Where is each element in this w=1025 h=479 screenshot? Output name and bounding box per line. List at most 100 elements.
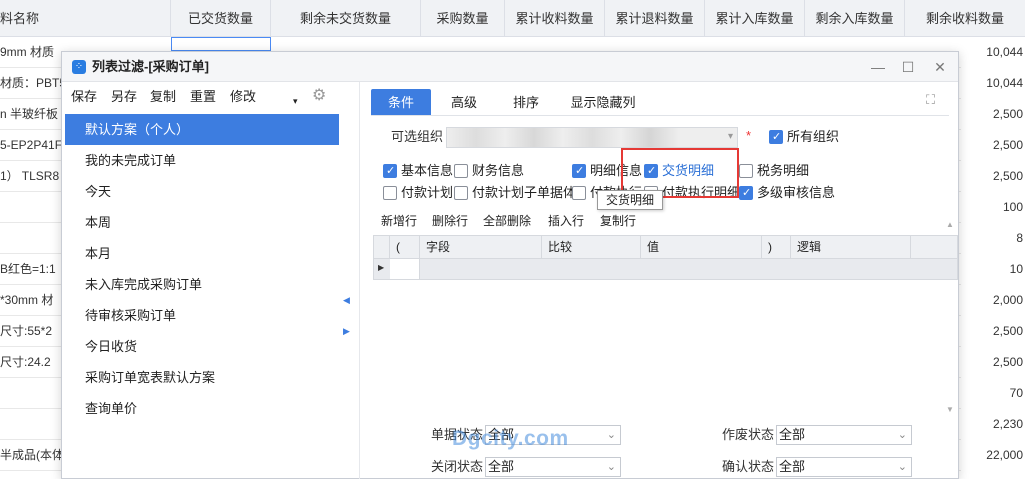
checkbox-box	[739, 185, 753, 201]
bg-col-remaining-undelivered[interactable]: 剩余未交货数量	[271, 0, 421, 37]
grid-col-field[interactable]: 字段	[420, 236, 542, 258]
scheme-item[interactable]: 本月	[65, 238, 339, 269]
void-status-select[interactable]: 全部 ⌄	[776, 425, 912, 445]
close-icon[interactable]: ✕	[930, 57, 950, 77]
chevron-down-icon: ▾	[727, 131, 733, 142]
chevron-down-icon: ⌄	[606, 429, 616, 441]
grid-col-value[interactable]: 值	[641, 236, 762, 258]
grid-col-open-paren[interactable]: (	[390, 236, 420, 258]
checkbox-label: 财务信息	[472, 163, 525, 178]
row-pointer-icon: ▶	[378, 263, 385, 272]
vertical-scrollbar[interactable]: ▲ ▼	[946, 220, 956, 415]
reset-button[interactable]: 重置	[190, 82, 216, 112]
select-value: 全部	[779, 459, 806, 474]
row-remaining-receive: 2,500	[961, 130, 1025, 161]
close-status-select[interactable]: 全部 ⌄	[485, 457, 621, 477]
dialog-title: 列表过滤-[采购订单]	[92, 59, 209, 74]
bg-col-received-qty[interactable]: 累计收料数量	[505, 0, 605, 37]
scheme-toolbar: 保存 另存 复制 重置 修改 ▾ ⚙	[62, 82, 362, 112]
select-value: 全部	[779, 427, 806, 442]
settings-gear-icon[interactable]: ⚙	[312, 81, 326, 111]
row-material-name	[0, 192, 62, 223]
scheme-item[interactable]: 查询单价	[65, 393, 339, 424]
checkbox-box	[454, 164, 468, 178]
minimize-icon[interactable]: —	[868, 57, 888, 77]
bg-col-remaining-store[interactable]: 剩余入库数量	[805, 0, 905, 37]
copy-button[interactable]: 复制	[150, 82, 176, 112]
scheme-item[interactable]: 默认方案（个人）	[65, 114, 339, 145]
save-button[interactable]: 保存	[71, 82, 97, 112]
expand-right-icon[interactable]: ▶	[343, 326, 350, 337]
bg-table-header: 料名称 已交货数量 剩余未交货数量 采购数量 累计收料数量 累计退料数量 累计入…	[0, 0, 1025, 37]
delete-row-button[interactable]: 删除行	[432, 212, 468, 230]
copy-row-button[interactable]: 复制行	[600, 212, 636, 230]
scroll-up-icon[interactable]: ▲	[946, 220, 954, 229]
bg-col-material-name[interactable]: 料名称	[0, 0, 171, 37]
row-remaining-receive: 70	[961, 378, 1025, 409]
grid-corner	[374, 236, 390, 258]
row-material-name: 材质：PBT50	[0, 76, 62, 90]
watermark: Dgcity.com	[452, 427, 569, 450]
fullscreen-icon[interactable]: ⛶	[926, 92, 935, 108]
add-row-button[interactable]: 新增行	[381, 212, 417, 230]
checkbox-label: 付款计划	[401, 185, 454, 200]
row-material-name: B红色=1:1	[0, 262, 56, 276]
row-material-name: 9mm 材质	[0, 45, 55, 59]
scheme-item[interactable]: 我的未完成订单	[65, 145, 339, 176]
checkbox-label: 多级审核信息	[757, 185, 836, 200]
chevron-down-icon: ⌄	[897, 429, 907, 441]
scheme-list: 默认方案（个人） 我的未完成订单 今天 本周 本月 未入库完成采购订单 待审核采…	[65, 114, 339, 424]
modify-button[interactable]: 修改	[230, 82, 256, 112]
delete-all-button[interactable]: 全部删除	[483, 212, 531, 230]
checkbox-label: 付款计划子单据体	[472, 185, 577, 200]
scheme-item[interactable]: 本周	[65, 207, 339, 238]
scheme-item[interactable]: 待审核采购订单	[65, 300, 339, 331]
grid-cell[interactable]	[390, 259, 420, 279]
grid-col-compare[interactable]: 比较	[542, 236, 641, 258]
row-remaining-receive: 2,500	[961, 161, 1025, 192]
tab-advanced[interactable]: 高级	[437, 89, 491, 116]
row-material-name: 5-EP2P41F	[0, 138, 62, 152]
scheme-item[interactable]: 采购订单宽表默认方案	[65, 362, 339, 393]
insert-row-button[interactable]: 插入行	[548, 212, 584, 230]
tab-conditions[interactable]: 条件	[371, 89, 431, 116]
tab-sort[interactable]: 排序	[499, 89, 553, 116]
row-remaining-receive: 2,500	[961, 347, 1025, 378]
save-as-button[interactable]: 另存	[111, 82, 137, 112]
bg-col-remaining-receive[interactable]: 剩余收料数量	[905, 0, 1025, 37]
dialog-titlebar[interactable]: ⁘ 列表过滤-[采购订单] — ☐ ✕	[62, 52, 958, 82]
row-material-name	[0, 223, 62, 254]
checkbox-box	[383, 186, 397, 200]
scheme-item[interactable]: 今天	[65, 176, 339, 207]
close-status-label: 关闭状态	[431, 459, 484, 474]
more-dropdown-icon[interactable]: ▾	[293, 86, 298, 116]
org-select[interactable]: ▾	[446, 127, 738, 148]
grid-col-logic[interactable]: 逻辑	[791, 236, 911, 258]
org-label: 可选组织	[391, 129, 444, 144]
tabs-divider	[371, 115, 949, 116]
row-remaining-receive: 2,500	[961, 99, 1025, 130]
bg-col-stored-qty[interactable]: 累计入库数量	[705, 0, 805, 37]
checkbox-box	[572, 186, 586, 200]
collapse-left-icon[interactable]: ◀	[343, 295, 350, 306]
row-remaining-receive: 8	[961, 223, 1025, 254]
grid-header: ( 字段 比较 值 ) 逻辑	[373, 235, 958, 259]
panel-divider[interactable]	[359, 82, 360, 479]
scheme-item[interactable]: 未入库完成采购订单	[65, 269, 339, 300]
row-remaining-receive: 10,044	[961, 68, 1025, 99]
grid-col-close-paren[interactable]: )	[762, 236, 791, 258]
grid-row[interactable]: ▶	[373, 259, 958, 280]
checkbox-box	[769, 129, 783, 145]
scheme-item[interactable]: 今日收货	[65, 331, 339, 362]
confirm-status-select[interactable]: 全部 ⌄	[776, 457, 912, 477]
bg-col-returned-qty[interactable]: 累计退料数量	[605, 0, 705, 37]
row-material-name: 尺寸:24.2	[0, 355, 51, 369]
filter-dialog: ⁘ 列表过滤-[采购订单] — ☐ ✕ 保存 另存 复制 重置 修改 ▾ ⚙ 默…	[61, 51, 959, 479]
scroll-down-icon[interactable]: ▼	[946, 405, 954, 414]
checkbox-box	[383, 163, 397, 179]
tab-show-hidden-columns[interactable]: 显示隐藏列	[563, 89, 643, 116]
bg-col-purchase-qty[interactable]: 采购数量	[421, 0, 505, 37]
bg-col-delivered-qty[interactable]: 已交货数量	[171, 0, 271, 37]
row-remaining-receive: 100	[961, 192, 1025, 223]
maximize-icon[interactable]: ☐	[898, 57, 918, 77]
